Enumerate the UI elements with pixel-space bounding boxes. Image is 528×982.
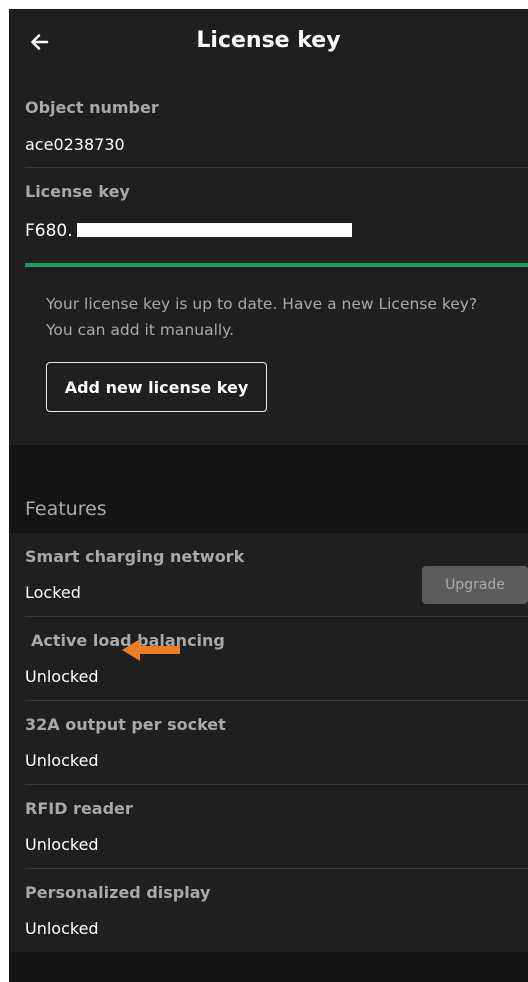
bottom-area (9, 952, 528, 982)
feature-name: RFID reader (25, 799, 133, 818)
features-section-title: Features (25, 498, 107, 520)
feature-name: 32A output per socket (25, 715, 226, 734)
page-title: License key (196, 28, 341, 53)
feature-item-rfid-reader: RFID reader Unlocked (9, 785, 528, 869)
feature-item-32a-output: 32A output per socket Unlocked (9, 701, 528, 785)
license-key-redaction (77, 223, 352, 237)
license-info-text: Your license key is up to date. Have a n… (46, 295, 478, 339)
feature-status: Unlocked (25, 919, 99, 938)
features-list: Smart charging network Locked Upgrade Ac… (9, 533, 528, 952)
license-key-screen: License key Object number ace0238730 Lic… (9, 9, 528, 982)
feature-status: Locked (25, 583, 81, 602)
feature-item-smart-charging-network: Smart charging network Locked Upgrade (9, 533, 528, 617)
upgrade-button[interactable]: Upgrade (422, 566, 528, 604)
license-key-value: F680. (25, 221, 73, 241)
divider (25, 167, 528, 168)
feature-status: Unlocked (25, 667, 99, 686)
feature-status: Unlocked (25, 751, 99, 770)
orange-pointer-arrow-icon (122, 639, 180, 661)
feature-item-personalized-display: Personalized display Unlocked (9, 869, 528, 953)
feature-name: Smart charging network (25, 547, 245, 566)
app-header: License key (9, 9, 528, 77)
feature-item-active-load-balancing: Active load balancing Unlocked (9, 617, 528, 701)
license-key-label: License key (25, 182, 130, 201)
feature-status: Unlocked (25, 835, 99, 854)
add-license-key-button[interactable]: Add new license key (46, 362, 267, 412)
license-status-bar (25, 263, 528, 267)
object-number-label: Object number (25, 98, 159, 117)
object-number-value: ace0238730 (25, 135, 125, 154)
feature-name: Personalized display (25, 883, 211, 902)
